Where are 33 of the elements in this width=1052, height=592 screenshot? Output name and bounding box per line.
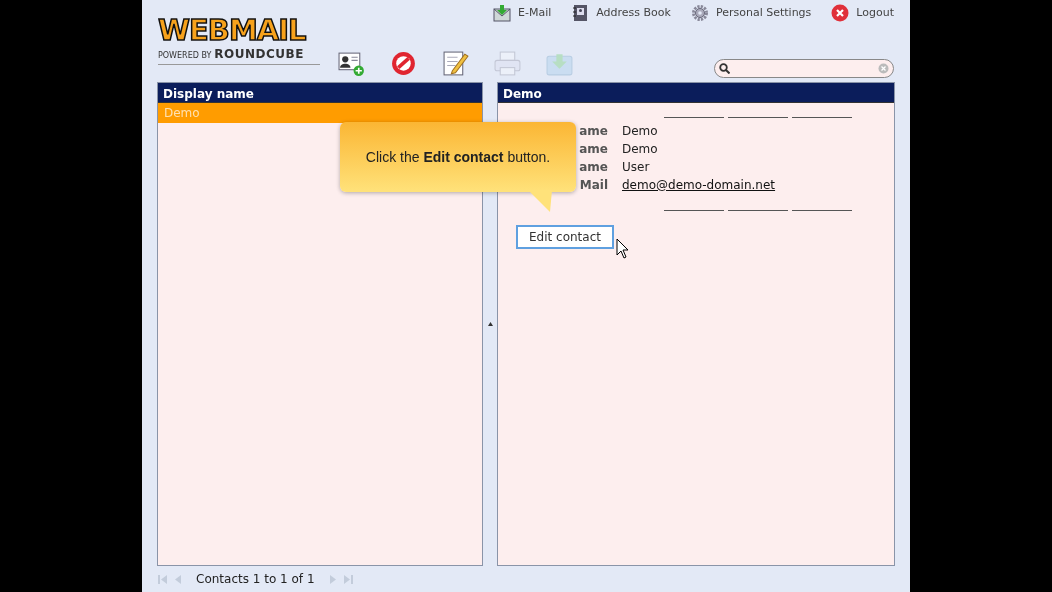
search-field[interactable] (714, 59, 894, 78)
field-value: Demo (622, 141, 658, 158)
field-value: User (622, 159, 650, 176)
search-icon (719, 63, 730, 74)
logout-icon (831, 4, 850, 22)
nav-link[interactable]: E-Mail (518, 4, 552, 22)
tooltip: Click the Edit contact button. (340, 122, 576, 192)
edit-contact-button[interactable]: Edit contact (516, 225, 614, 249)
add-contact-button[interactable] (338, 50, 366, 78)
nav-link[interactable]: Personal Settings (715, 4, 812, 22)
nav-link[interactable]: Address Book (596, 4, 671, 22)
email-link[interactable]: demo@demo-domain.net (622, 176, 776, 194)
mail-icon (493, 4, 511, 22)
pagination-text: Contacts 1 to 1 of 1 (196, 571, 315, 588)
field-value: Demo (622, 123, 658, 140)
edit-button[interactable] (442, 50, 470, 78)
tooltip-tail (528, 190, 552, 212)
nav-link[interactable]: Logout (856, 4, 894, 22)
field-label: ame (579, 141, 608, 158)
logo-brand: ROUNDCUBE (214, 46, 304, 63)
settings-icon (690, 4, 709, 22)
logo-tagline: POWERED BY (158, 50, 212, 62)
splitter-handle-icon[interactable] (487, 321, 493, 327)
panel-title: Demo (498, 83, 894, 103)
clear-icon[interactable] (878, 63, 889, 74)
logo-title: WEBMAIL (158, 15, 307, 45)
field-label: Mail (579, 177, 608, 194)
cursor-icon (615, 238, 629, 259)
address-book-icon (571, 4, 590, 22)
field-label: ame (579, 123, 608, 140)
field-label: ame (579, 159, 608, 176)
delete-button[interactable] (390, 50, 418, 78)
column-header: Display name (158, 83, 482, 103)
